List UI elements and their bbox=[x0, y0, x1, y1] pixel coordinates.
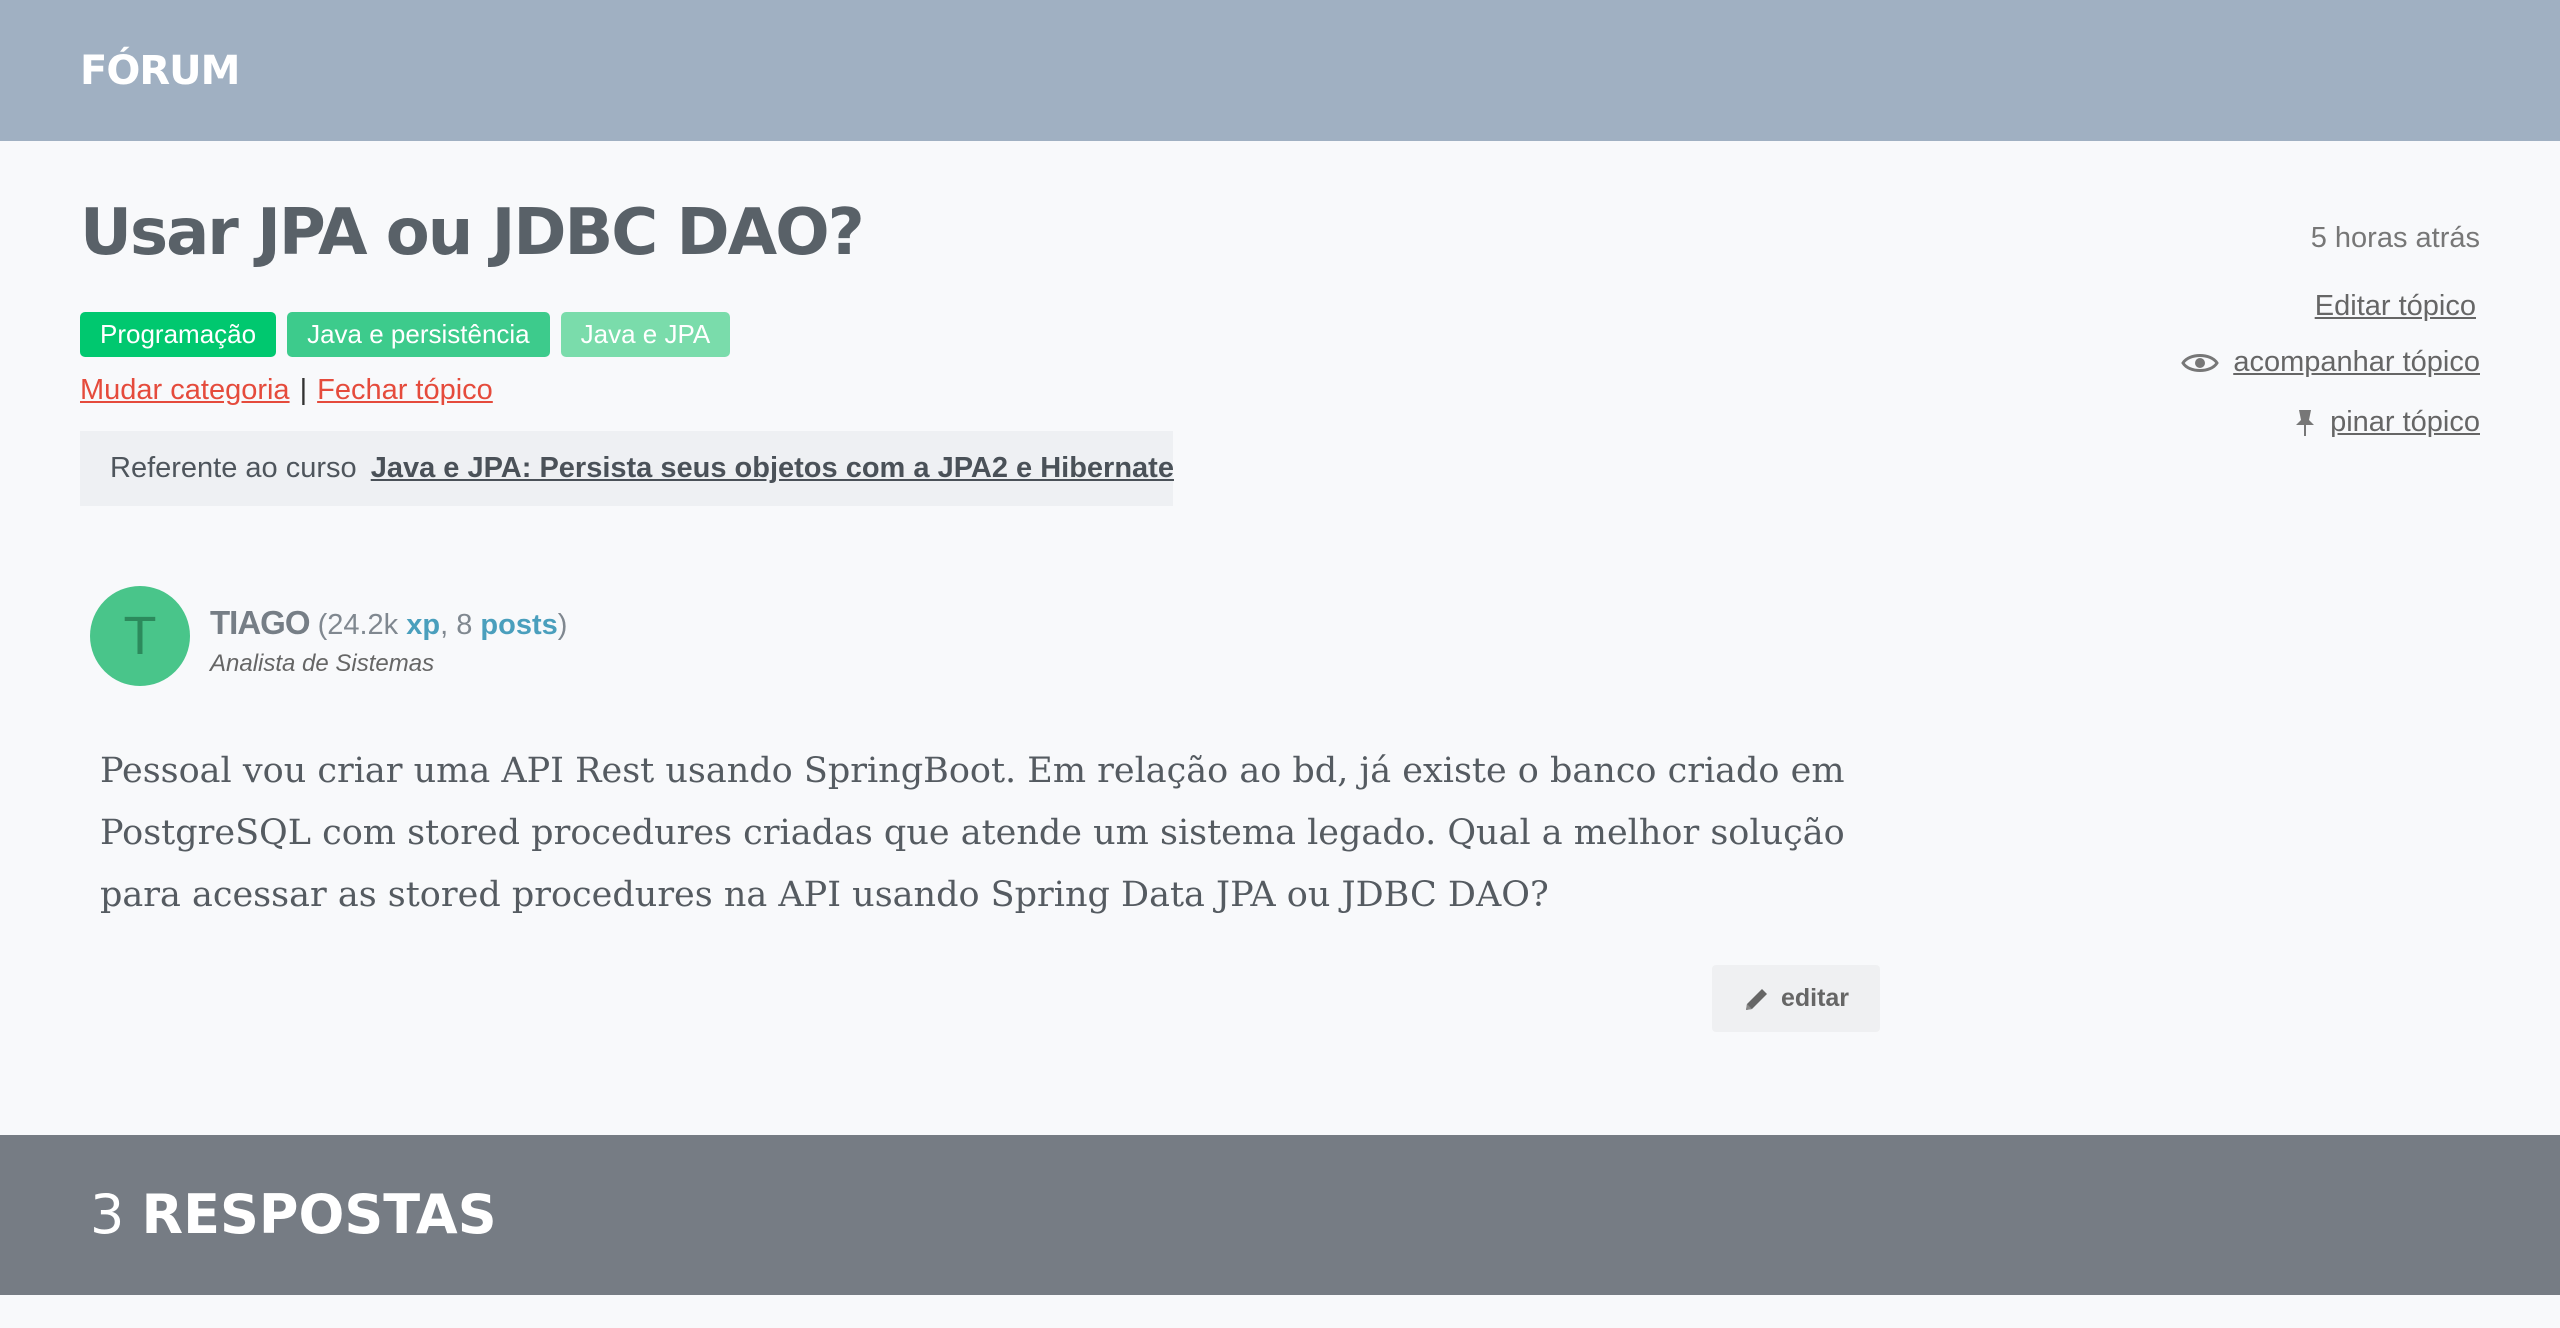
topic-tags: Programação Java e persistência Java e J… bbox=[80, 312, 731, 357]
author-close: ) bbox=[557, 609, 568, 641]
tag-java-persistencia[interactable]: Java e persistência bbox=[287, 312, 550, 357]
xp-label: xp bbox=[406, 609, 441, 641]
change-category-link[interactable]: Mudar categoria bbox=[80, 374, 290, 406]
answers-label: RESPOSTAS bbox=[141, 1183, 497, 1246]
top-header: FÓRUM bbox=[0, 0, 2560, 141]
edit-post-button[interactable]: editar bbox=[1712, 965, 1880, 1032]
answers-header: 3 RESPOSTAS bbox=[0, 1135, 2560, 1295]
topic-admin-links: Mudar categoria | Fechar tópico bbox=[80, 374, 493, 407]
answers-title: 3 RESPOSTAS bbox=[90, 1183, 497, 1246]
course-prefix: Referente ao curso bbox=[110, 452, 357, 484]
pin-topic-label: pinar tópico bbox=[2330, 406, 2480, 438]
author-info: TIAGO (24.2k xp, 8 posts) bbox=[210, 604, 567, 642]
eye-icon bbox=[2181, 353, 2220, 372]
topic-timestamp: 5 horas atrás bbox=[2310, 222, 2480, 254]
pin-topic-link[interactable]: pinar tópico bbox=[2294, 406, 2480, 439]
avatar[interactable]: T bbox=[90, 586, 190, 686]
posts-label[interactable]: posts bbox=[480, 609, 557, 641]
answers-count: 3 bbox=[90, 1183, 125, 1246]
course-reference: Referente ao curso Java e JPA: Persista … bbox=[80, 431, 1174, 506]
forum-brand[interactable]: FÓRUM bbox=[80, 48, 240, 94]
author-name[interactable]: TIAGO bbox=[210, 604, 310, 641]
tag-java-jpa[interactable]: Java e JPA bbox=[560, 312, 731, 357]
tag-programacao[interactable]: Programação bbox=[80, 312, 277, 357]
author-role: Analista de Sistemas bbox=[210, 650, 435, 677]
pencil-icon bbox=[1745, 988, 1767, 1010]
separator: | bbox=[299, 374, 308, 406]
follow-topic-link[interactable]: acompanhar tópico bbox=[2181, 346, 2480, 379]
topic-meta: 5 horas atrás Editar tópico acompanhar t… bbox=[1980, 222, 2480, 462]
pin-icon bbox=[2296, 409, 2315, 436]
posts-count: , 8 bbox=[440, 609, 473, 641]
post-body: Pessoal vou criar uma API Rest usando Sp… bbox=[100, 751, 1845, 915]
topic-title: Usar JPA ou JDBC DAO? bbox=[80, 196, 865, 270]
edit-post-label: editar bbox=[1780, 984, 1850, 1012]
follow-topic-label: acompanhar tópico bbox=[2233, 346, 2480, 378]
edit-topic-label: Editar tópico bbox=[2314, 290, 2476, 322]
course-link[interactable]: Java e JPA: Persista seus objetos com a … bbox=[371, 452, 1174, 484]
xp-open: (24.2k bbox=[317, 609, 399, 641]
edit-topic-link[interactable]: Editar tópico bbox=[2315, 290, 2476, 323]
close-topic-link[interactable]: Fechar tópico bbox=[317, 374, 493, 406]
